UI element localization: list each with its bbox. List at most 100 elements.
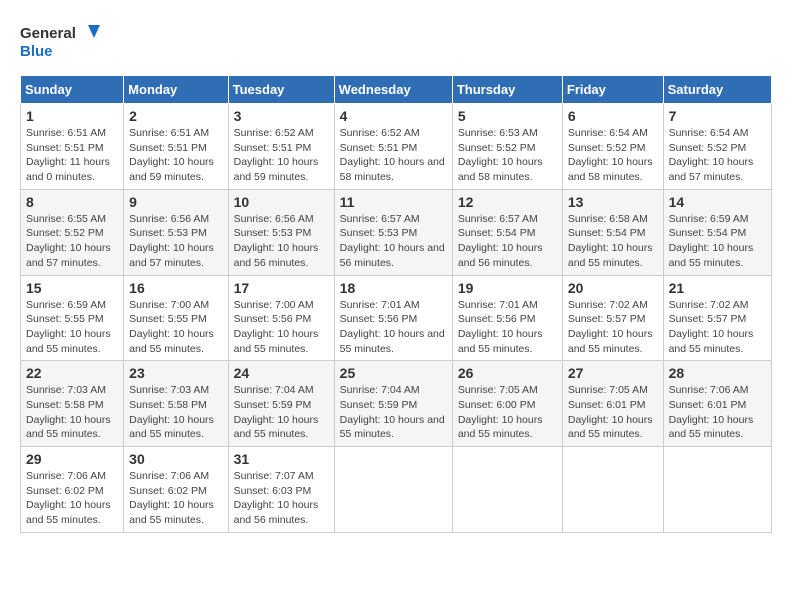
day-number: 8 [26, 194, 118, 210]
calendar-cell: 2 Sunrise: 6:51 AMSunset: 5:51 PMDayligh… [124, 104, 228, 190]
calendar-cell: 17 Sunrise: 7:00 AMSunset: 5:56 PMDaylig… [228, 275, 334, 361]
calendar-week-row: 29 Sunrise: 7:06 AMSunset: 6:02 PMDaylig… [21, 447, 772, 533]
day-info: Sunrise: 7:01 AMSunset: 5:56 PMDaylight:… [340, 299, 445, 355]
calendar-week-row: 22 Sunrise: 7:03 AMSunset: 5:58 PMDaylig… [21, 361, 772, 447]
day-number: 15 [26, 280, 118, 296]
calendar-cell: 20 Sunrise: 7:02 AMSunset: 5:57 PMDaylig… [562, 275, 663, 361]
calendar-cell: 28 Sunrise: 7:06 AMSunset: 6:01 PMDaylig… [663, 361, 771, 447]
day-number: 13 [568, 194, 658, 210]
calendar-cell: 3 Sunrise: 6:52 AMSunset: 5:51 PMDayligh… [228, 104, 334, 190]
day-number: 26 [458, 365, 557, 381]
day-number: 24 [234, 365, 329, 381]
day-info: Sunrise: 6:51 AMSunset: 5:51 PMDaylight:… [26, 127, 110, 183]
day-number: 2 [129, 108, 222, 124]
day-info: Sunrise: 6:59 AMSunset: 5:55 PMDaylight:… [26, 299, 111, 355]
day-info: Sunrise: 7:05 AMSunset: 6:01 PMDaylight:… [568, 384, 653, 440]
day-info: Sunrise: 7:06 AMSunset: 6:02 PMDaylight:… [26, 470, 111, 526]
day-number: 11 [340, 194, 447, 210]
day-number: 27 [568, 365, 658, 381]
day-number: 22 [26, 365, 118, 381]
calendar-cell: 12 Sunrise: 6:57 AMSunset: 5:54 PMDaylig… [452, 189, 562, 275]
day-info: Sunrise: 7:03 AMSunset: 5:58 PMDaylight:… [129, 384, 214, 440]
calendar-cell: 19 Sunrise: 7:01 AMSunset: 5:56 PMDaylig… [452, 275, 562, 361]
calendar-cell: 22 Sunrise: 7:03 AMSunset: 5:58 PMDaylig… [21, 361, 124, 447]
day-number: 3 [234, 108, 329, 124]
calendar-cell: 25 Sunrise: 7:04 AMSunset: 5:59 PMDaylig… [334, 361, 452, 447]
calendar-cell: 21 Sunrise: 7:02 AMSunset: 5:57 PMDaylig… [663, 275, 771, 361]
day-number: 18 [340, 280, 447, 296]
logo-graphic: General Blue [20, 20, 100, 65]
weekday-header: Wednesday [334, 76, 452, 104]
calendar-cell [663, 447, 771, 533]
day-info: Sunrise: 7:02 AMSunset: 5:57 PMDaylight:… [669, 299, 754, 355]
weekday-header: Tuesday [228, 76, 334, 104]
day-info: Sunrise: 7:00 AMSunset: 5:55 PMDaylight:… [129, 299, 214, 355]
day-number: 1 [26, 108, 118, 124]
day-number: 17 [234, 280, 329, 296]
calendar-cell: 8 Sunrise: 6:55 AMSunset: 5:52 PMDayligh… [21, 189, 124, 275]
day-info: Sunrise: 7:03 AMSunset: 5:58 PMDaylight:… [26, 384, 111, 440]
day-info: Sunrise: 6:52 AMSunset: 5:51 PMDaylight:… [340, 127, 445, 183]
calendar-cell: 11 Sunrise: 6:57 AMSunset: 5:53 PMDaylig… [334, 189, 452, 275]
day-info: Sunrise: 6:52 AMSunset: 5:51 PMDaylight:… [234, 127, 319, 183]
svg-text:General: General [20, 25, 76, 42]
calendar-week-row: 8 Sunrise: 6:55 AMSunset: 5:52 PMDayligh… [21, 189, 772, 275]
day-info: Sunrise: 6:57 AMSunset: 5:53 PMDaylight:… [340, 213, 445, 269]
calendar-cell: 24 Sunrise: 7:04 AMSunset: 5:59 PMDaylig… [228, 361, 334, 447]
day-info: Sunrise: 6:57 AMSunset: 5:54 PMDaylight:… [458, 213, 543, 269]
day-number: 7 [669, 108, 766, 124]
day-info: Sunrise: 6:54 AMSunset: 5:52 PMDaylight:… [568, 127, 653, 183]
day-number: 28 [669, 365, 766, 381]
day-info: Sunrise: 7:00 AMSunset: 5:56 PMDaylight:… [234, 299, 319, 355]
header: General Blue [20, 20, 772, 65]
calendar-cell [334, 447, 452, 533]
weekday-header: Saturday [663, 76, 771, 104]
calendar-cell: 14 Sunrise: 6:59 AMSunset: 5:54 PMDaylig… [663, 189, 771, 275]
day-number: 14 [669, 194, 766, 210]
day-number: 23 [129, 365, 222, 381]
day-info: Sunrise: 6:56 AMSunset: 5:53 PMDaylight:… [234, 213, 319, 269]
day-info: Sunrise: 6:53 AMSunset: 5:52 PMDaylight:… [458, 127, 543, 183]
day-info: Sunrise: 6:58 AMSunset: 5:54 PMDaylight:… [568, 213, 653, 269]
day-info: Sunrise: 6:55 AMSunset: 5:52 PMDaylight:… [26, 213, 111, 269]
calendar-cell: 30 Sunrise: 7:06 AMSunset: 6:02 PMDaylig… [124, 447, 228, 533]
day-info: Sunrise: 7:05 AMSunset: 6:00 PMDaylight:… [458, 384, 543, 440]
calendar-cell: 4 Sunrise: 6:52 AMSunset: 5:51 PMDayligh… [334, 104, 452, 190]
calendar-cell: 31 Sunrise: 7:07 AMSunset: 6:03 PMDaylig… [228, 447, 334, 533]
day-number: 30 [129, 451, 222, 467]
svg-text:Blue: Blue [20, 43, 53, 60]
day-info: Sunrise: 7:07 AMSunset: 6:03 PMDaylight:… [234, 470, 319, 526]
weekday-header: Monday [124, 76, 228, 104]
calendar-cell [452, 447, 562, 533]
weekday-header: Thursday [452, 76, 562, 104]
logo: General Blue [20, 20, 100, 65]
day-number: 31 [234, 451, 329, 467]
calendar-cell: 23 Sunrise: 7:03 AMSunset: 5:58 PMDaylig… [124, 361, 228, 447]
day-number: 16 [129, 280, 222, 296]
day-number: 19 [458, 280, 557, 296]
calendar-cell: 5 Sunrise: 6:53 AMSunset: 5:52 PMDayligh… [452, 104, 562, 190]
day-info: Sunrise: 7:06 AMSunset: 6:01 PMDaylight:… [669, 384, 754, 440]
calendar-table: SundayMondayTuesdayWednesdayThursdayFrid… [20, 75, 772, 533]
calendar-cell: 29 Sunrise: 7:06 AMSunset: 6:02 PMDaylig… [21, 447, 124, 533]
day-info: Sunrise: 6:59 AMSunset: 5:54 PMDaylight:… [669, 213, 754, 269]
day-number: 12 [458, 194, 557, 210]
day-info: Sunrise: 6:54 AMSunset: 5:52 PMDaylight:… [669, 127, 754, 183]
day-number: 9 [129, 194, 222, 210]
calendar-cell: 18 Sunrise: 7:01 AMSunset: 5:56 PMDaylig… [334, 275, 452, 361]
day-number: 6 [568, 108, 658, 124]
day-number: 10 [234, 194, 329, 210]
day-number: 4 [340, 108, 447, 124]
calendar-cell: 10 Sunrise: 6:56 AMSunset: 5:53 PMDaylig… [228, 189, 334, 275]
day-info: Sunrise: 7:02 AMSunset: 5:57 PMDaylight:… [568, 299, 653, 355]
weekday-header: Friday [562, 76, 663, 104]
calendar-cell [562, 447, 663, 533]
calendar-cell: 16 Sunrise: 7:00 AMSunset: 5:55 PMDaylig… [124, 275, 228, 361]
day-info: Sunrise: 6:56 AMSunset: 5:53 PMDaylight:… [129, 213, 214, 269]
calendar-cell: 13 Sunrise: 6:58 AMSunset: 5:54 PMDaylig… [562, 189, 663, 275]
calendar-cell: 9 Sunrise: 6:56 AMSunset: 5:53 PMDayligh… [124, 189, 228, 275]
weekday-header: Sunday [21, 76, 124, 104]
day-info: Sunrise: 7:04 AMSunset: 5:59 PMDaylight:… [340, 384, 445, 440]
calendar-cell: 26 Sunrise: 7:05 AMSunset: 6:00 PMDaylig… [452, 361, 562, 447]
calendar-week-row: 15 Sunrise: 6:59 AMSunset: 5:55 PMDaylig… [21, 275, 772, 361]
